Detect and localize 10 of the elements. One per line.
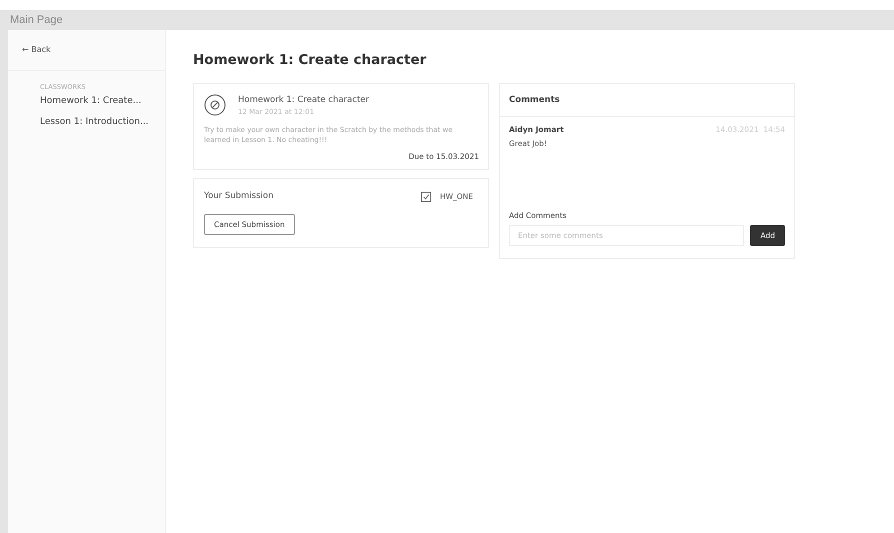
submission-label: Your Submission (204, 190, 274, 202)
arrow-icon: ← (22, 45, 29, 54)
page-title: Homework 1: Create character (193, 52, 428, 68)
back-link[interactable]: ← Back (8, 30, 165, 71)
window-title: Main Page (10, 14, 63, 26)
checkbox-icon (420, 190, 432, 202)
sidebar-item[interactable]: Lesson 1: Introduction... (40, 117, 165, 127)
sidebar-item[interactable]: Homework 1: Create... (40, 96, 165, 106)
comments-title: Comments (500, 84, 794, 117)
assignment-title: Homework 1: Create character (238, 94, 369, 104)
